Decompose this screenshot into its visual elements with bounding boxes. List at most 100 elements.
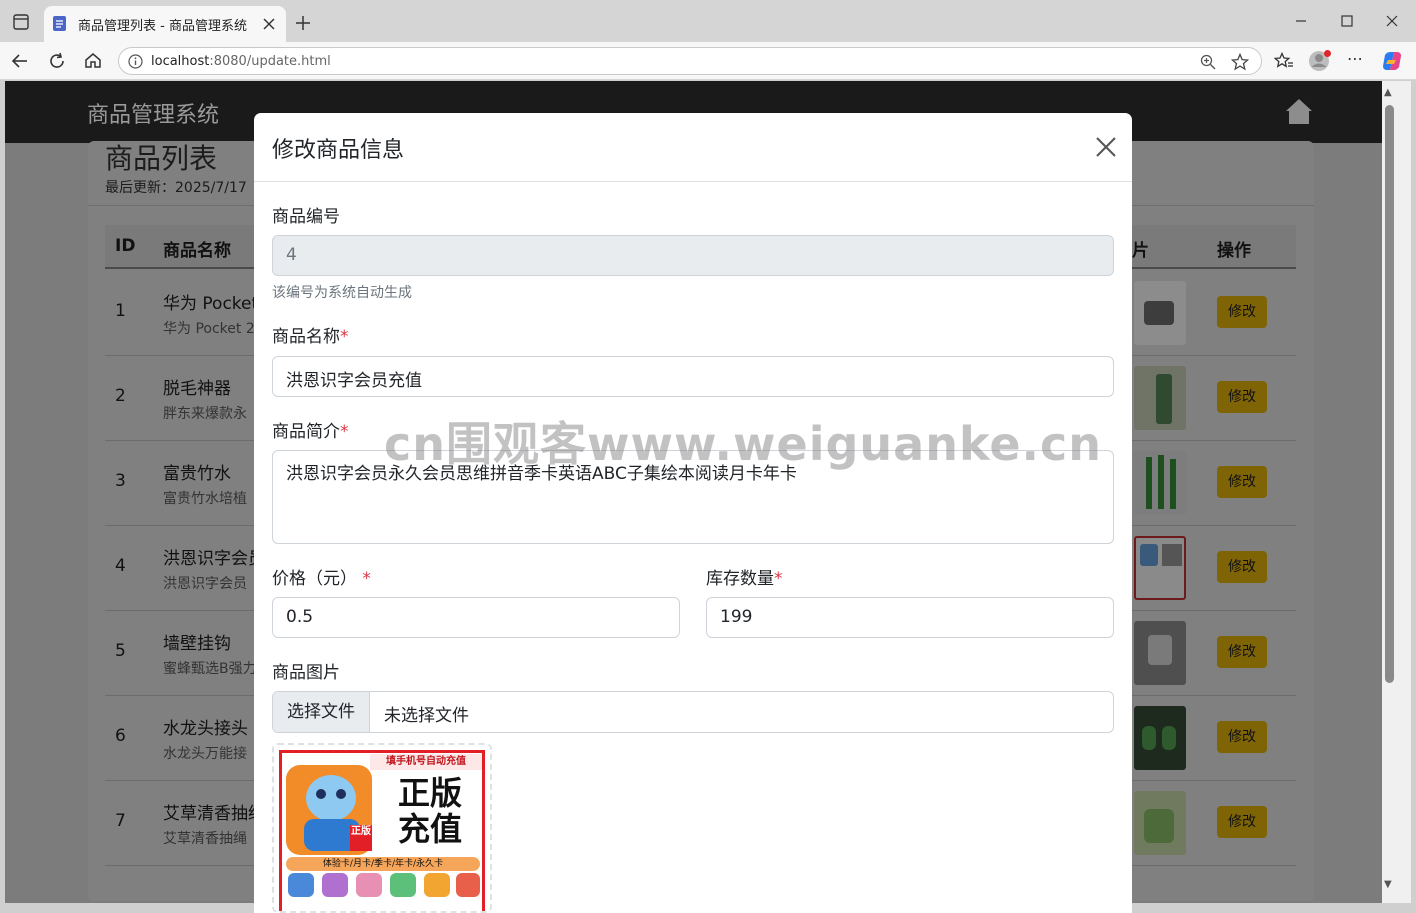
home-button-icon[interactable] <box>84 51 102 69</box>
column-header-id: ID <box>115 236 136 256</box>
document-icon <box>53 16 66 31</box>
row-name: 洪恩识字会员 <box>163 549 265 569</box>
product-thumbnail <box>1134 451 1186 515</box>
image-preview: 填手机号自动充值 正版 正版 充值 体验卡/月卡/季卡/年卡/永久卡 <box>272 743 492 913</box>
price-label: 价格（元） * <box>272 569 371 589</box>
browser-tab-bar: 商品管理列表 - 商品管理系统 <box>0 0 1416 42</box>
product-desc-label: 商品简介* <box>272 422 349 442</box>
product-id-help: 该编号为系统自动生成 <box>272 285 412 301</box>
close-window-icon[interactable] <box>1385 14 1399 28</box>
column-header-actions: 操作 <box>1217 241 1251 261</box>
favorites-icon[interactable] <box>1274 52 1294 70</box>
required-mark: * <box>774 569 783 589</box>
edit-button[interactable]: 修改 <box>1217 296 1267 328</box>
product-name-input[interactable]: 洪恩识字会员充值 <box>272 356 1114 397</box>
preview-icon-row <box>286 873 480 903</box>
required-mark: * <box>362 569 371 589</box>
maximize-icon[interactable] <box>1340 14 1354 28</box>
preview-badge: 正版 <box>350 825 372 851</box>
product-id-field: 4 <box>272 235 1114 276</box>
zoom-icon[interactable] <box>1200 54 1216 70</box>
more-menu-icon[interactable]: ⋯ <box>1347 51 1363 67</box>
address-bar-row: localhost:8080/update.html ⋯ <box>0 42 1416 80</box>
url-text: localhost:8080/update.html <box>151 54 331 69</box>
row-desc: 艾草清香抽绳 <box>163 831 247 847</box>
close-tab-icon[interactable] <box>262 17 276 31</box>
row-desc: 华为 Pocket 2 <box>163 321 255 337</box>
page-scrollbar[interactable]: ▲ ▼ <box>1382 81 1411 903</box>
preview-headline-2: 充值 <box>398 810 463 848</box>
product-thumbnail <box>1134 706 1186 770</box>
product-thumbnail <box>1134 281 1186 345</box>
row-id: 6 <box>115 726 126 746</box>
preview-product-image: 填手机号自动充值 正版 正版 充值 体验卡/月卡/季卡/年卡/永久卡 <box>279 750 485 911</box>
row-name: 艾草清香抽绳 <box>163 804 265 824</box>
row-desc: 洪恩识字会员 <box>163 576 247 592</box>
stock-label: 库存数量* <box>706 569 783 589</box>
choose-file-button[interactable]: 选择文件 <box>273 692 370 732</box>
row-id: 4 <box>115 556 126 576</box>
column-header-image: 片 <box>1132 241 1149 261</box>
product-thumbnail <box>1134 621 1186 685</box>
row-desc: 水龙头万能接 <box>163 746 247 762</box>
required-mark: * <box>340 327 349 347</box>
row-desc: 胖东来爆款永 <box>163 406 247 422</box>
product-id-label: 商品编号 <box>272 207 340 227</box>
new-tab-icon[interactable] <box>295 15 311 31</box>
row-name: 富贵竹水 <box>163 464 231 484</box>
row-name: 脱毛神器 <box>163 379 231 399</box>
browser-tab[interactable]: 商品管理列表 - 商品管理系统 <box>44 6 286 42</box>
modal-header: 修改商品信息 <box>254 113 1132 182</box>
preview-strip: 体验卡/月卡/季卡/年卡/永久卡 <box>286 857 480 871</box>
url-field[interactable]: localhost:8080/update.html <box>118 47 1262 75</box>
row-id: 7 <box>115 811 126 831</box>
back-icon[interactable] <box>11 52 29 70</box>
tab-title: 商品管理列表 - 商品管理系统 <box>78 19 247 34</box>
row-desc: 蜜蜂甄选B强力 <box>163 661 257 677</box>
edit-button[interactable]: 修改 <box>1217 721 1267 753</box>
file-status: 未选择文件 <box>384 706 469 726</box>
watermark-text: cn围观客www.weiguanke.cn <box>384 417 1103 471</box>
scroll-thumb[interactable] <box>1385 105 1394 683</box>
home-icon[interactable] <box>1285 97 1313 125</box>
close-icon[interactable] <box>1092 133 1120 161</box>
price-input[interactable]: 0.5 <box>272 597 680 638</box>
edit-button[interactable]: 修改 <box>1217 551 1267 583</box>
product-name-label: 商品名称* <box>272 327 349 347</box>
image-file-input[interactable]: 选择文件 未选择文件 <box>272 691 1114 733</box>
row-name: 墙壁挂钩 <box>163 634 231 654</box>
edit-button[interactable]: 修改 <box>1217 381 1267 413</box>
row-id: 1 <box>115 301 126 321</box>
scroll-down-icon[interactable]: ▼ <box>1384 879 1392 890</box>
edit-button[interactable]: 修改 <box>1217 806 1267 838</box>
row-name: 华为 Pocket <box>163 294 259 314</box>
column-header-name: 商品名称 <box>163 241 231 261</box>
minimize-icon[interactable] <box>1294 14 1308 28</box>
row-name: 水龙头接头 <box>163 719 248 739</box>
product-thumbnail <box>1134 536 1186 600</box>
product-thumbnail <box>1134 791 1186 855</box>
modal-title: 修改商品信息 <box>272 138 405 163</box>
navbar-brand[interactable]: 商品管理系统 <box>87 97 219 129</box>
sidebar-toggle-icon[interactable] <box>13 14 29 30</box>
site-info-icon[interactable] <box>128 54 143 69</box>
copilot-icon[interactable] <box>1381 50 1403 72</box>
favorite-star-icon[interactable] <box>1231 53 1249 71</box>
row-id: 2 <box>115 386 126 406</box>
edit-button[interactable]: 修改 <box>1217 466 1267 498</box>
scroll-up-icon[interactable]: ▲ <box>1384 87 1392 98</box>
required-mark: * <box>340 422 349 442</box>
reload-icon[interactable] <box>48 52 66 70</box>
row-desc: 富贵竹水培植 <box>163 491 247 507</box>
profile-avatar-icon[interactable] <box>1308 49 1332 73</box>
last-updated-text: 最后更新：2025/7/17 <box>105 180 247 196</box>
preview-headline-1: 正版 <box>398 774 463 812</box>
edit-product-modal: 修改商品信息 商品编号 4 该编号为系统自动生成 商品名称* 洪恩识字会员充值 … <box>254 113 1132 913</box>
row-id: 5 <box>115 641 126 661</box>
stock-input[interactable]: 199 <box>706 597 1114 638</box>
product-thumbnail <box>1134 366 1186 430</box>
edit-button[interactable]: 修改 <box>1217 636 1267 668</box>
product-image-label: 商品图片 <box>272 663 340 683</box>
row-id: 3 <box>115 471 126 491</box>
preview-banner: 填手机号自动充值 <box>370 754 482 770</box>
